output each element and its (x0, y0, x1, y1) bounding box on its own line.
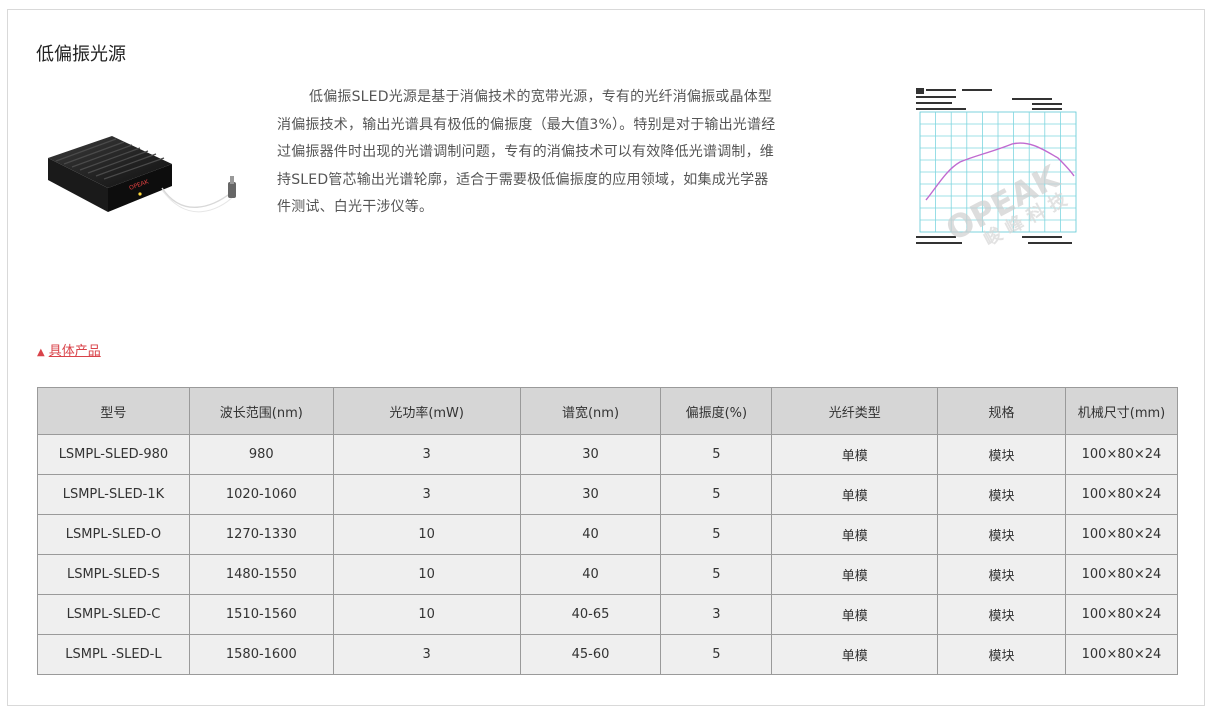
cell-fiber-type: 单模 (771, 634, 939, 675)
cell-fiber-type: 单模 (771, 554, 939, 595)
cell-fiber-type: 单模 (771, 514, 939, 555)
cell-wavelength: 1510-1560 (188, 594, 334, 635)
cell-power: 3 (332, 474, 521, 515)
cell-package: 模块 (937, 634, 1066, 675)
cell-power: 3 (332, 434, 521, 475)
table-row: LSMPL-SLED-C 1510-1560 10 40-65 3 单模 模块 … (37, 594, 1179, 635)
table-header-row: 型号 波长范围(nm) 光功率(mW) 谱宽(nm) 偏振度(%) 光纤类型 规… (37, 387, 1179, 435)
cell-model: LSMPL-SLED-O (37, 514, 190, 555)
table-row: LSMPL-SLED-O 1270-1330 10 40 5 单模 模块 100… (37, 514, 1179, 555)
triangle-up-icon: ▲ (37, 347, 45, 358)
cell-wavelength: 1270-1330 (188, 514, 334, 555)
cell-dimensions: 100×80×24 (1064, 594, 1179, 635)
cell-power: 10 (332, 594, 521, 635)
cell-dop: 5 (660, 434, 773, 475)
cell-fiber-type: 单模 (771, 434, 939, 475)
cell-fiber-type: 单模 (771, 474, 939, 515)
cell-model: LSMPL -SLED-L (37, 634, 190, 675)
cell-dimensions: 100×80×24 (1064, 434, 1179, 475)
cell-package: 模块 (937, 434, 1066, 475)
cell-dop: 3 (660, 594, 773, 635)
cell-dop: 5 (660, 634, 773, 675)
cell-power: 10 (332, 554, 521, 595)
header-dimensions: 机械尺寸(mm) (1064, 387, 1179, 435)
cell-bandwidth: 45-60 (519, 634, 662, 675)
cell-model: LSMPL-SLED-S (37, 554, 190, 595)
cell-wavelength: 980 (188, 434, 334, 475)
cell-package: 模块 (937, 554, 1066, 595)
product-spec-table: 型号 波长范围(nm) 光功率(mW) 谱宽(nm) 偏振度(%) 光纤类型 规… (37, 387, 1179, 675)
cell-wavelength: 1020-1060 (188, 474, 334, 515)
cell-dimensions: 100×80×24 (1064, 474, 1179, 515)
table-row: LSMPL -SLED-L 1580-1600 3 45-60 5 单模 模块 … (37, 634, 1179, 675)
cell-dop: 5 (660, 514, 773, 555)
cell-bandwidth: 30 (519, 474, 662, 515)
product-description: 低偏振SLED光源是基于消偏技术的宽带光源，专有的光纤消偏振或晶体型消偏振技术，… (277, 89, 776, 215)
spectrum-chart-image: OPEAK 峻 峰 科 技 (912, 84, 1084, 256)
table-row: LSMPL-SLED-1K 1020-1060 3 30 5 单模 模块 100… (37, 474, 1179, 515)
cell-dimensions: 100×80×24 (1064, 514, 1179, 555)
cell-model: LSMPL-SLED-1K (37, 474, 190, 515)
cell-bandwidth: 40 (519, 514, 662, 555)
header-power: 光功率(mW) (332, 387, 521, 435)
cell-bandwidth: 30 (519, 434, 662, 475)
products-link[interactable]: 具体产品 (49, 344, 101, 359)
table-row: LSMPL-SLED-S 1480-1550 10 40 5 单模 模块 100… (37, 554, 1179, 595)
product-photo: OPEAK (48, 136, 236, 213)
page-title: 低偏振光源 (36, 44, 126, 65)
cell-fiber-type: 单模 (771, 594, 939, 635)
cell-wavelength: 1580-1600 (188, 634, 334, 675)
cell-package: 模块 (937, 514, 1066, 555)
cell-bandwidth: 40 (519, 554, 662, 595)
cell-dimensions: 100×80×24 (1064, 554, 1179, 595)
header-wavelength: 波长范围(nm) (188, 387, 334, 435)
header-dop: 偏振度(%) (660, 387, 773, 435)
cell-model: LSMPL-SLED-C (37, 594, 190, 635)
cell-package: 模块 (937, 594, 1066, 635)
cell-bandwidth: 40-65 (519, 594, 662, 635)
cell-package: 模块 (937, 474, 1066, 515)
cell-model: LSMPL-SLED-980 (37, 434, 190, 475)
cell-dop: 5 (660, 474, 773, 515)
cell-wavelength: 1480-1550 (188, 554, 334, 595)
header-fiber-type: 光纤类型 (771, 387, 939, 435)
cell-power: 10 (332, 514, 521, 555)
header-package: 规格 (937, 387, 1066, 435)
header-bandwidth: 谱宽(nm) (519, 387, 662, 435)
cell-dop: 5 (660, 554, 773, 595)
header-model: 型号 (37, 387, 190, 435)
products-link-row: ▲ 具体产品 (37, 340, 101, 359)
cell-dimensions: 100×80×24 (1064, 634, 1179, 675)
cell-power: 3 (332, 634, 521, 675)
table-row: LSMPL-SLED-980 980 3 30 5 单模 模块 100×80×2… (37, 434, 1179, 475)
